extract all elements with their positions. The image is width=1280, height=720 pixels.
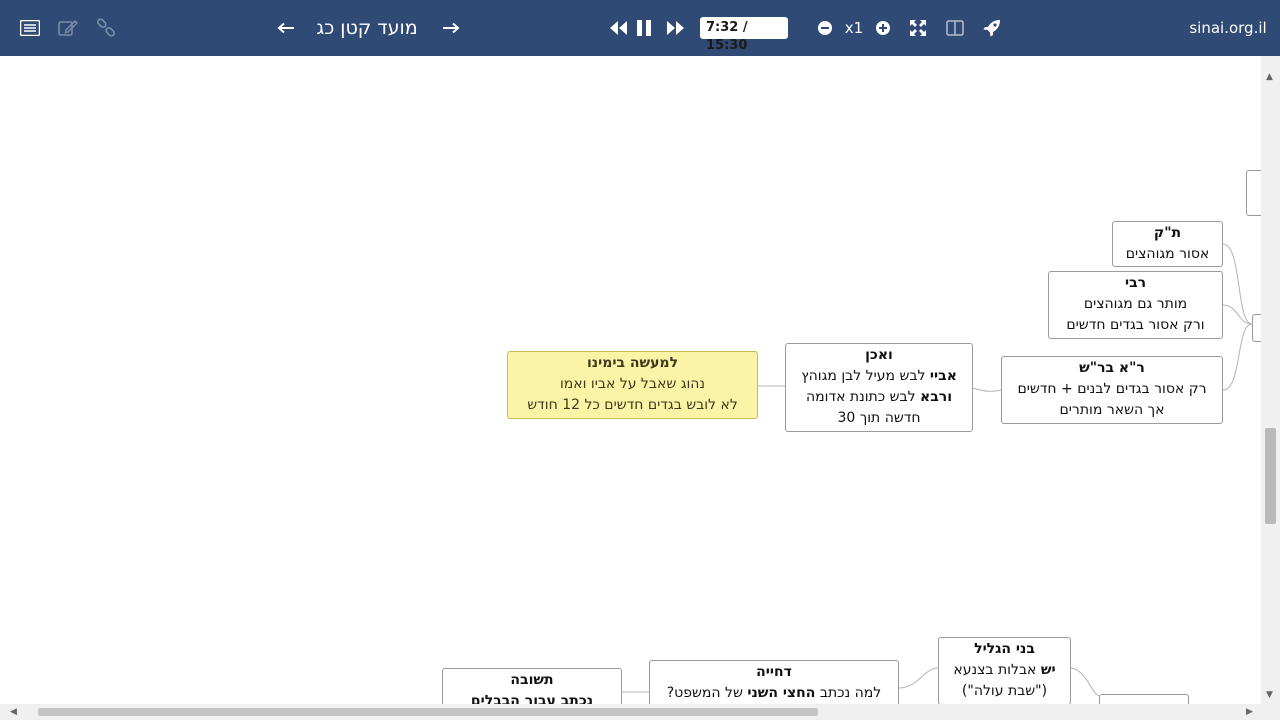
scroll-right-arrow-icon[interactable]: ▶ [1246,707,1253,717]
scroll-up-arrow-icon[interactable]: ▲ [1266,72,1273,82]
mindmap-node-rash[interactable]: ר"א בר"ש רק אסור בגדים לבנים + חדשים אך … [1001,356,1223,424]
scroll-down-arrow-icon[interactable]: ▼ [1266,690,1273,700]
site-text: sinai.org.il [1189,19,1267,37]
pause-icon[interactable] [632,0,656,56]
node-heading: ר"א בר"ש [1079,360,1145,376]
node-heading: ואכן [865,347,893,363]
edit-icon[interactable] [56,0,80,56]
node-line: אסור מגוהצים [1125,246,1210,262]
fast-forward-icon[interactable] [664,0,688,56]
node-text: לבש כתונת אדומה [806,389,921,405]
node-line: יש אבלות בצנעא [939,660,1070,681]
rocket-icon[interactable] [980,0,1004,56]
node-heading: בני הגליל [974,641,1035,657]
node-heading: דחייה [756,664,792,680]
list-icon[interactable] [18,0,42,56]
mindmap-canvas[interactable]: ת"ק אסור מגוהצים רבי מותר גם מגוהצים ורק… [6,56,1261,704]
vertical-scrollbar[interactable]: ▲ ▼ [1261,56,1280,704]
zoom-out-icon[interactable] [813,0,837,56]
connector-bnei-right [1069,667,1101,697]
speed-text: x1 [844,19,864,37]
speed-indicator[interactable]: x1 [842,0,866,56]
arrow-left-icon[interactable] [274,0,298,56]
mindmap-node-tk[interactable]: ת"ק אסור מגוהצים [1112,221,1223,267]
node-text: למה נכתב [815,685,882,701]
node-line: ורבא לבש כתונת אדומה [786,387,972,408]
mindmap-node-partial[interactable] [1246,170,1261,216]
split-view-icon[interactable] [943,0,967,56]
node-line: לא לובש בגדים חדשים כל 12 חודש [527,397,738,413]
zoom-in-icon[interactable] [871,0,895,56]
horizontal-scrollbar[interactable]: ◀ ▶ [0,704,1261,720]
scroll-left-arrow-icon[interactable]: ◀ [10,707,17,717]
node-text: לבש מעיל לבן מגוהץ [801,368,930,384]
node-heading: למעשה בימינו [586,355,679,371]
node-heading: רבי [1124,275,1147,291]
node-text: אבלות בצנעא [953,662,1041,678]
mindmap-node-tshuva[interactable]: תשובה נכתב עבור הבבלים [442,668,622,704]
connector-dchiya-bnei [898,667,939,689]
mindmap-node-vaachen[interactable]: ואכן אביי לבש מעיל לבן מגוהץ ורבא לבש כת… [785,343,973,432]
connector-vaachen-rash [972,387,1003,392]
arrow-right-icon[interactable] [439,0,463,56]
playback-time: 7:32 / 15:30 [700,0,788,56]
horizontal-scroll-thumb[interactable] [38,708,818,716]
connector-tk [1222,243,1253,325]
node-bold: החצי השני [747,685,816,701]
scrollbar-corner [1261,704,1280,720]
top-toolbar: מועד קטן כג 7:32 / 15:30 x1 sinai.org.il [0,0,1280,56]
lesson-title-text: מועד קטן כג [316,17,418,39]
node-line: אביי לבש מעיל לבן מגוהץ [786,366,972,387]
site-link[interactable]: sinai.org.il [1189,0,1267,56]
node-line: רק אסור בגדים לבנים + חדשים [1017,381,1207,397]
node-text: של המשפט? [666,685,748,701]
mindmap-node-bnei-hagalil[interactable]: בני הגליל יש אבלות בצנעא ("שבת עולה") [938,637,1071,704]
node-bold: אביי [929,368,957,384]
node-bold: יש [1040,662,1056,678]
rewind-icon[interactable] [606,0,630,56]
vertical-scroll-thumb[interactable] [1265,428,1276,524]
lesson-title: מועד קטן כג [308,0,426,56]
node-line: חדשה תוך 30 [837,410,921,426]
mindmap-node-partial[interactable] [1099,694,1189,704]
link-icon[interactable] [94,0,118,56]
node-line: אך השאר מותרים [1059,402,1165,418]
mindmap-node-partial[interactable] [1252,314,1261,342]
node-line: מותר גם מגוהצים [1083,296,1188,312]
node-bold: ורבא [920,389,952,405]
mindmap-node-lemaase[interactable]: למעשה בימינו נהוג שאבל על אביו ואמו לא ל… [507,351,758,419]
playback-time-text: 7:32 / 15:30 [700,17,788,53]
node-line: ("שבת עולה") [961,683,1048,699]
node-heading: ת"ק [1153,225,1182,241]
node-line: ורק אסור בגדים חדשים [1066,317,1205,333]
node-line: נכתב עבור הבבלים [470,693,594,704]
mindmap-node-rabi[interactable]: רבי מותר גם מגוהצים ורק אסור בגדים חדשים [1048,271,1223,339]
fullscreen-icon[interactable] [906,0,930,56]
mindmap-node-dchiya[interactable]: דחייה למה נכתב החצי השני של המשפט? [649,660,899,704]
node-heading: תשובה [510,672,554,688]
connector-rash [1222,323,1253,391]
node-line: נהוג שאבל על אביו ואמו [559,376,706,392]
node-line: למה נכתב החצי השני של המשפט? [650,683,898,704]
